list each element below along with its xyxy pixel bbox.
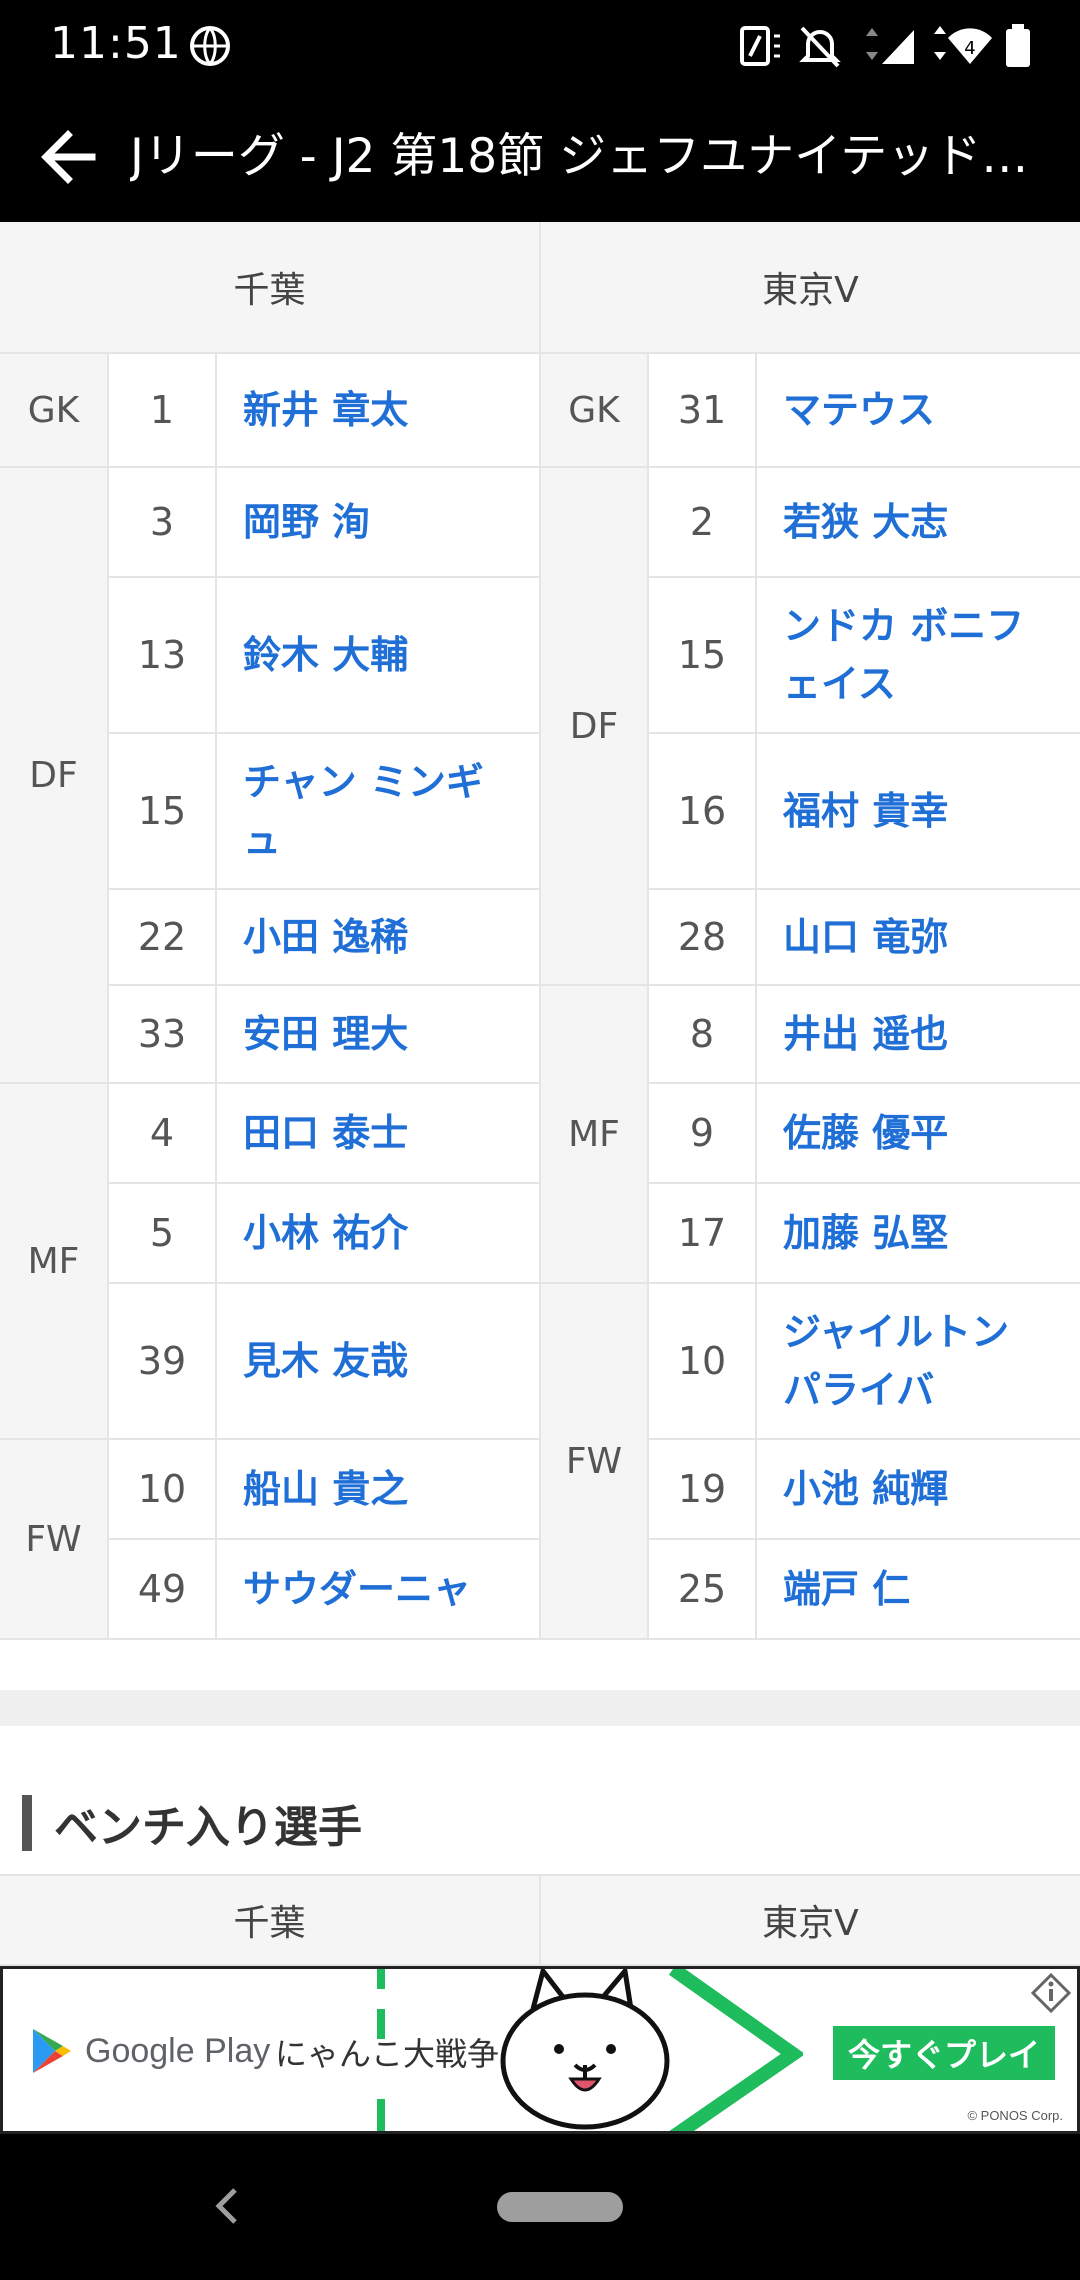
home-position-fw: FW (0, 1440, 109, 1640)
battery-icon (1004, 22, 1032, 74)
google-play-logo: Google Play (29, 2027, 270, 2075)
nav-home-pill[interactable] (497, 2192, 623, 2222)
ad-info-icon[interactable] (1029, 1971, 1073, 2015)
home-player-link[interactable]: 小田 逸稀 (217, 890, 541, 986)
away-player-number: 28 (649, 890, 757, 986)
away-player-link[interactable]: マテウス (757, 354, 1080, 468)
bench-away-team-header: 東京V (541, 1876, 1080, 1966)
ad-play-button[interactable]: 今すぐプレイ (833, 2026, 1055, 2080)
away-position-gk: GK (541, 354, 649, 468)
svg-text:4: 4 (964, 38, 975, 59)
away-player-link[interactable]: 佐藤 優平 (757, 1084, 1080, 1184)
lineup-table: 千葉 東京V GK DF MF FW 1 3 13 15 22 33 4 5 3… (0, 222, 1080, 1654)
away-player-number: 17 (649, 1184, 757, 1284)
home-player-number: 15 (109, 734, 217, 890)
away-player-link[interactable]: 小池 純輝 (757, 1440, 1080, 1540)
app-bar: Jリーグ - J2 第18節 ジェフユナイテッド千葉 vs 東京ヴェルディ (0, 92, 1080, 222)
heading-accent-bar (22, 1795, 32, 1851)
away-position-df: DF (541, 468, 649, 986)
away-player-number: 8 (649, 986, 757, 1084)
away-player-number: 16 (649, 734, 757, 890)
home-player-number: 33 (109, 986, 217, 1084)
home-player-link[interactable]: 安田 理大 (217, 986, 541, 1084)
home-player-number: 39 (109, 1284, 217, 1440)
away-player-number: 19 (649, 1440, 757, 1540)
home-player-link[interactable]: 新井 章太 (217, 354, 541, 468)
home-player-number: 5 (109, 1184, 217, 1284)
away-position-fw: FW (541, 1284, 649, 1640)
mute-bell-icon (798, 22, 842, 74)
home-player-link[interactable]: サウダーニャ (217, 1540, 541, 1640)
home-team-header: 千葉 (0, 222, 541, 354)
away-player-number: 25 (649, 1540, 757, 1640)
home-player-number: 49 (109, 1540, 217, 1640)
bench-title: ベンチ入り選手 (54, 1802, 362, 1853)
home-player-link[interactable]: 船山 貴之 (217, 1440, 541, 1540)
home-player-link[interactable]: 岡野 洵 (217, 468, 541, 578)
status-time: 11:51 (50, 18, 182, 69)
home-player-link[interactable]: チャン ミンギュ (217, 734, 541, 890)
away-player-link[interactable]: 福村 貴幸 (757, 734, 1080, 890)
away-player-link[interactable]: 端戸 仁 (757, 1540, 1080, 1640)
back-arrow-icon[interactable] (30, 117, 110, 197)
away-position-mf: MF (541, 986, 649, 1284)
ad-store-label: Google Play (85, 2031, 271, 2070)
ad-banner[interactable]: Google Play にゃんこ大戦争 今すぐプレイ © PONOS Corp. (0, 1966, 1080, 2134)
away-player-number: 15 (649, 578, 757, 734)
away-player-number: 31 (649, 354, 757, 468)
away-player-link[interactable]: 若狭 大志 (757, 468, 1080, 578)
nav-back-icon[interactable] (205, 2178, 245, 2238)
away-player-link[interactable]: 山口 竜弥 (757, 890, 1080, 986)
nfc-icon (738, 22, 782, 74)
home-player-number: 1 (109, 354, 217, 468)
ad-game-title: にゃんこ大戦争 (275, 2035, 500, 2073)
play-store-icon (33, 2029, 71, 2073)
wifi-icon: 4 (930, 22, 994, 74)
away-player-number: 2 (649, 468, 757, 578)
bench-section-heading: ベンチ入り選手 (22, 1795, 362, 1853)
home-position-mf: MF (0, 1084, 109, 1440)
vpn-globe-icon (186, 22, 234, 74)
home-player-number: 4 (109, 1084, 217, 1184)
home-player-link[interactable]: 田口 泰士 (217, 1084, 541, 1184)
away-player-number: 10 (649, 1284, 757, 1440)
away-player-link[interactable]: 加藤 弘堅 (757, 1184, 1080, 1284)
home-player-number: 10 (109, 1440, 217, 1540)
page-title: Jリーグ - J2 第18節 ジェフユナイテッド千葉 vs 東京ヴェルディ (130, 129, 1050, 184)
bench-home-team-header: 千葉 (0, 1876, 541, 1966)
away-player-link[interactable]: 井出 遥也 (757, 986, 1080, 1084)
away-player-link[interactable]: ジャイルトン パライバ (757, 1284, 1080, 1440)
home-player-number: 22 (109, 890, 217, 986)
home-player-link[interactable]: 鈴木 大輔 (217, 578, 541, 734)
status-bar: 11:51 4 (0, 0, 1080, 92)
home-position-df: DF (0, 468, 109, 1084)
section-divider (0, 1690, 1080, 1726)
home-player-link[interactable]: 小林 祐介 (217, 1184, 541, 1284)
away-team-header: 東京V (541, 222, 1080, 354)
home-player-number: 13 (109, 578, 217, 734)
system-nav-bar (0, 2134, 1080, 2280)
home-player-link[interactable]: 見木 友哉 (217, 1284, 541, 1440)
away-player-number: 9 (649, 1084, 757, 1184)
home-position-gk: GK (0, 354, 109, 468)
ad-credit: © PONOS Corp. (967, 2108, 1063, 2123)
home-player-number: 3 (109, 468, 217, 578)
away-player-link[interactable]: ンドカ ボニフェイス (757, 578, 1080, 734)
signal-icon (862, 22, 918, 74)
